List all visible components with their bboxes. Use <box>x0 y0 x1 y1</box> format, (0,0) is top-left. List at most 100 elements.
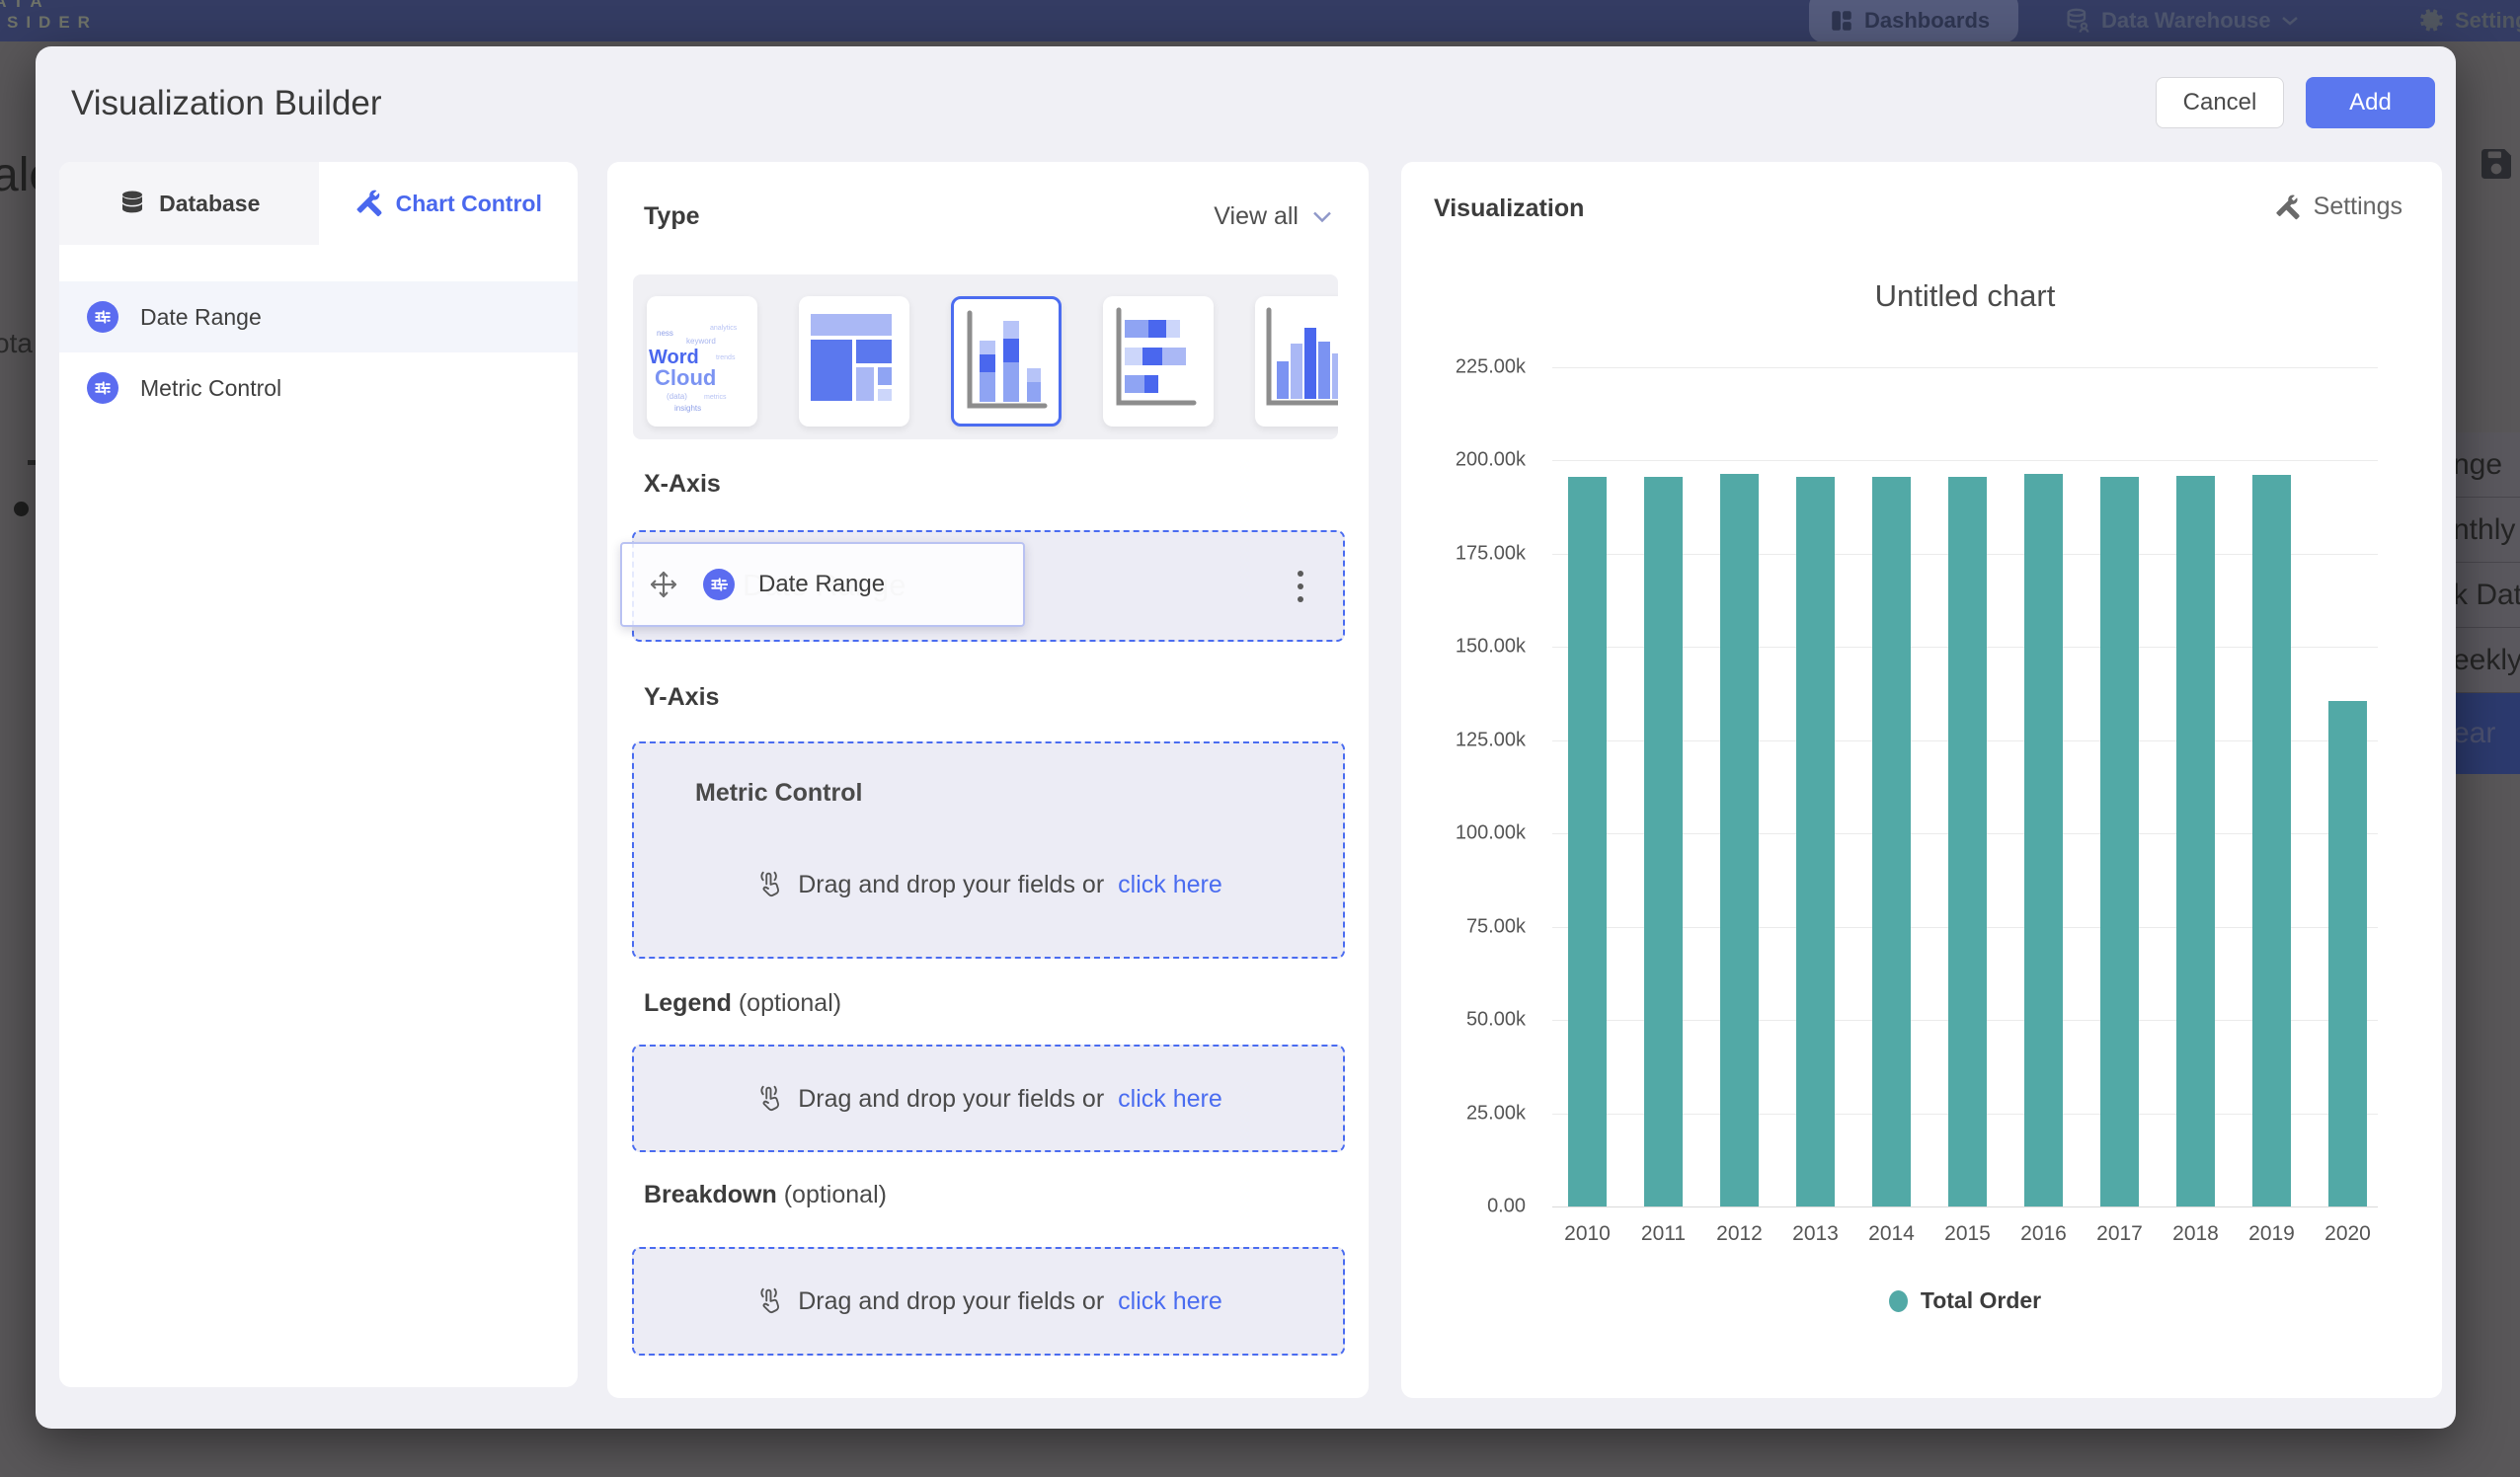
background-text-fragment-small: ota <box>0 328 33 359</box>
nav-settings[interactable]: Settings <box>2417 0 2520 41</box>
chart-legend[interactable]: Total Order <box>1552 1287 2378 1314</box>
y-axis-tick-label: 225.00k <box>1401 356 1526 379</box>
kebab-menu-icon[interactable] <box>1286 565 1315 608</box>
svg-text:analytics: analytics <box>710 325 738 332</box>
svg-text:trends: trends <box>716 354 736 361</box>
y-axis-dropzone[interactable]: Metric Control Drag and drop your fields… <box>632 741 1345 959</box>
chart-type-stacked-bar[interactable] <box>1103 296 1214 427</box>
click-here-link[interactable]: click here <box>1118 871 1222 899</box>
bar-2019[interactable] <box>2252 475 2291 1206</box>
dragged-field-label: Date Range <box>758 571 885 598</box>
bar-2016[interactable] <box>2024 474 2063 1206</box>
svg-text:Cloud: Cloud <box>655 365 716 390</box>
legend-heading: Legend (optional) <box>644 989 841 1018</box>
chart-type-word-cloud[interactable]: ness analytics keyword Word trends Cloud… <box>647 296 757 427</box>
bar-2020[interactable] <box>2328 701 2367 1206</box>
field-item-date-range[interactable]: Date Range <box>59 281 578 352</box>
dropdown-option-fragment-selected[interactable]: ear <box>2451 693 2520 774</box>
chevron-down-icon <box>2281 15 2299 27</box>
logo-line2: INSIDER <box>0 12 98 33</box>
bar-2017[interactable] <box>2100 477 2139 1206</box>
tab-chart-control[interactable]: Chart Control <box>319 162 579 245</box>
logo-line1: DATA <box>0 0 98 12</box>
breakdown-optional-label: (optional) <box>784 1181 887 1208</box>
legend-dropzone[interactable]: Drag and drop your fields or click here <box>632 1045 1345 1152</box>
chart-area: Untitled chart Total Order 225.00k200.00… <box>1401 162 2442 1398</box>
view-all-label: View all <box>1214 202 1299 231</box>
nav-data-warehouse[interactable]: Data Warehouse <box>2064 0 2299 41</box>
top-navbar: DATA INSIDER Dashboards Data Warehouse S… <box>0 0 2520 41</box>
svg-text:metrics: metrics <box>704 394 727 401</box>
dragged-field-chip[interactable]: Date Range <box>620 542 1025 627</box>
tune-icon <box>703 569 735 600</box>
database-icon <box>118 189 147 218</box>
drop-hint-text: Drag and drop your fields or <box>798 871 1104 899</box>
chart-gridline <box>1552 1206 2378 1207</box>
y-axis-tick-label: 0.00 <box>1401 1196 1526 1218</box>
y-axis-tick-label: 100.00k <box>1401 822 1526 845</box>
chart-gridline <box>1552 367 2378 368</box>
svg-text:keyword: keyword <box>686 337 716 346</box>
app-logo: DATA INSIDER <box>0 0 98 33</box>
drop-hint-text: Drag and drop your fields or <box>798 1085 1104 1114</box>
fields-panel-tabs: Database Chart Control <box>59 162 578 245</box>
bar-2018[interactable] <box>2176 476 2215 1206</box>
dropdown-option-fragment[interactable]: eekly <box>2451 628 2520 693</box>
move-icon <box>648 569 679 600</box>
legend-optional-label: (optional) <box>739 989 841 1017</box>
field-item-metric-control[interactable]: Metric Control <box>59 352 578 424</box>
bar-2011[interactable] <box>1644 477 1683 1206</box>
bar-2015[interactable] <box>1948 477 1987 1206</box>
click-hand-icon <box>754 1286 784 1316</box>
breakdown-dropzone[interactable]: Drag and drop your fields or click here <box>632 1247 1345 1356</box>
click-hand-icon <box>754 870 784 899</box>
type-heading: Type <box>644 202 700 231</box>
drop-hint-text: Drag and drop your fields or <box>798 1287 1104 1316</box>
gear-icon <box>2417 7 2445 35</box>
tune-icon <box>87 301 118 333</box>
chart-type-stacked-column[interactable] <box>951 296 1062 427</box>
background-dropdown-fragment: nge nthly k Date eekly ear <box>2451 432 2520 774</box>
cancel-button[interactable]: Cancel <box>2156 77 2284 128</box>
y-axis-tick-label: 125.00k <box>1401 729 1526 751</box>
bar-2014[interactable] <box>1872 477 1911 1206</box>
bar-2013[interactable] <box>1796 477 1835 1206</box>
tab-database[interactable]: Database <box>59 162 319 245</box>
y-axis-tick-label: 200.00k <box>1401 449 1526 472</box>
dropdown-option-fragment[interactable]: nthly <box>2451 498 2520 563</box>
fields-panel: Database Chart Control Date Range <box>59 162 578 1387</box>
svg-text:(data): (data) <box>667 392 687 401</box>
view-all-dropdown[interactable]: View all <box>1214 202 1332 231</box>
y-axis-tick-label: 50.00k <box>1401 1009 1526 1032</box>
y-axis-tick-label: 75.00k <box>1401 915 1526 938</box>
bar-2010[interactable] <box>1568 477 1607 1206</box>
click-here-link[interactable]: click here <box>1118 1287 1222 1316</box>
tab-database-label: Database <box>159 191 260 217</box>
nav-dashboards-label: Dashboards <box>1864 8 1990 34</box>
y-axis-tick-label: 150.00k <box>1401 636 1526 659</box>
x-axis-heading: X-Axis <box>644 470 721 499</box>
drop-hint: Drag and drop your fields or click here <box>634 1084 1343 1114</box>
chevron-down-icon <box>1312 210 1332 223</box>
click-hand-icon <box>754 1084 784 1114</box>
y-axis-zone-label: Metric Control <box>695 779 862 808</box>
nav-dashboards[interactable]: Dashboards <box>1829 0 1990 41</box>
add-button[interactable]: Add <box>2306 77 2435 128</box>
chart-type-histogram[interactable] <box>1255 296 1338 427</box>
dashboards-icon <box>1829 8 1854 34</box>
chart-type-treemap[interactable] <box>799 296 909 427</box>
background-bullet-fragment <box>14 502 29 516</box>
visualization-builder-modal: Visualization Builder Cancel Add Databas… <box>36 46 2456 1429</box>
click-here-link[interactable]: click here <box>1118 1085 1222 1114</box>
tools-icon <box>354 189 384 218</box>
chart-gridline <box>1552 460 2378 461</box>
drop-hint: Drag and drop your fields or click here <box>634 1286 1343 1316</box>
dropdown-option-fragment[interactable]: k Date <box>2451 563 2520 628</box>
dropdown-option-fragment[interactable]: nge <box>2451 432 2520 498</box>
y-axis-tick-label: 25.00k <box>1401 1102 1526 1125</box>
field-item-label: Metric Control <box>140 375 281 402</box>
save-icon <box>2477 144 2516 184</box>
legend-series-label: Total Order <box>1921 1287 2041 1314</box>
visualization-panel: Visualization Settings Untitled chart To… <box>1401 162 2442 1398</box>
bar-2012[interactable] <box>1720 474 1759 1206</box>
